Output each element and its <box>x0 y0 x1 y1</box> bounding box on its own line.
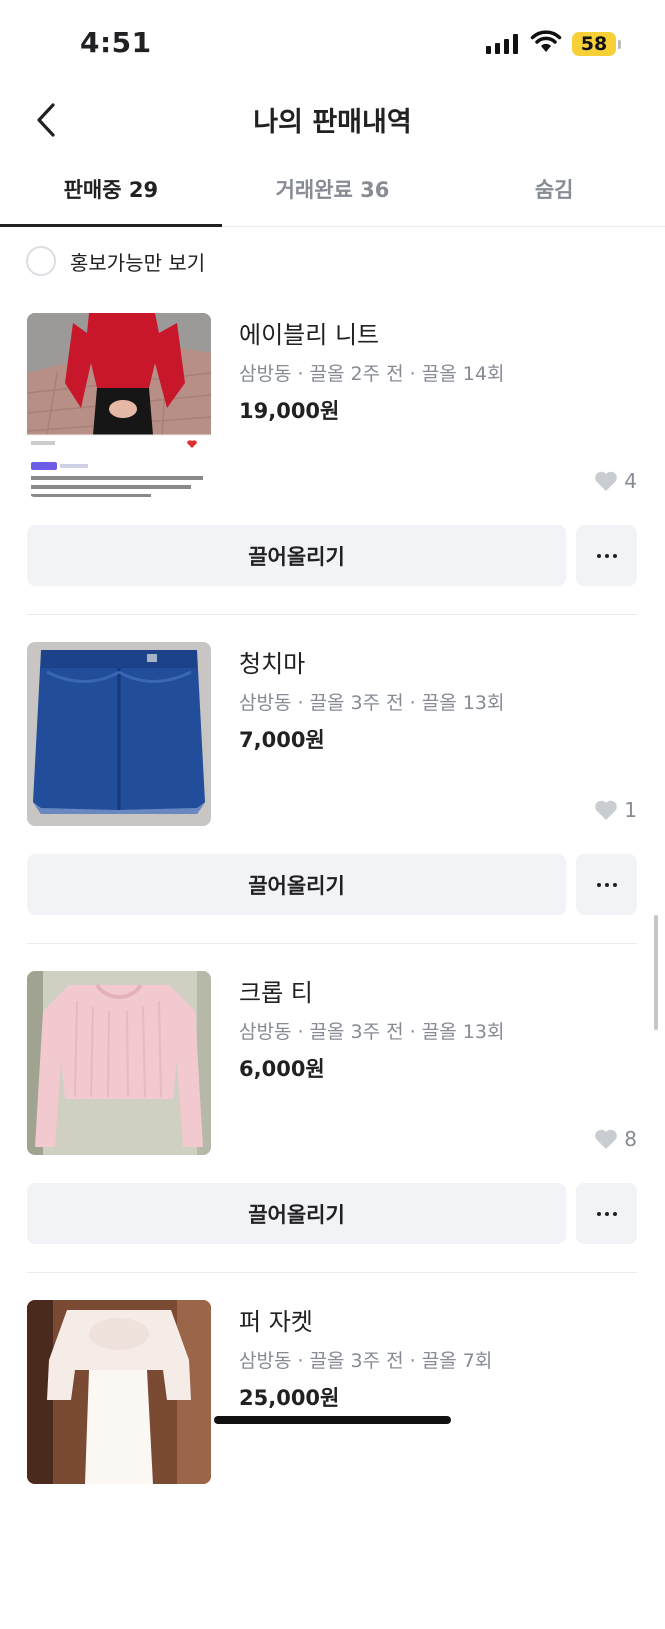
pink-crop-knit-photo <box>27 971 211 1155</box>
wifi-icon <box>530 30 562 52</box>
scrollbar[interactable] <box>654 915 658 1030</box>
item-meta: 삼방동 · 끌올 3주 전 · 끌올 13회 <box>239 692 505 714</box>
filter-checkbox[interactable] <box>26 246 56 276</box>
status-time: 4:51 <box>80 26 152 59</box>
status-bar: 4:51 58 <box>0 0 665 88</box>
item-thumbnail[interactable] <box>27 642 211 826</box>
item-thumbnail[interactable] <box>27 313 211 497</box>
filter-label: 홍보가능만 보기 <box>70 250 206 275</box>
more-options-button[interactable] <box>576 525 637 586</box>
battery-level: 58 <box>580 33 608 55</box>
divider <box>27 1272 637 1273</box>
more-options-button[interactable] <box>576 854 637 915</box>
list-item[interactable]: 크롭 티 삼방동 · 끌올 3주 전 · 끌올 13회 6,000원 8 끌어올… <box>0 971 665 1300</box>
list-item[interactable]: 에이블리 니트 삼방동 · 끌올 2주 전 · 끌올 14회 19,000원 4… <box>0 313 665 642</box>
item-list: 에이블리 니트 삼방동 · 끌올 2주 전 · 끌올 14회 19,000원 4… <box>0 313 665 1629</box>
item-price: 19,000원 <box>239 399 340 423</box>
heart-icon <box>595 800 618 820</box>
page-title: 나의 판매내역 <box>253 107 412 138</box>
item-thumbnail[interactable] <box>27 971 211 1155</box>
more-options-button[interactable] <box>576 1183 637 1244</box>
item-price: 6,000원 <box>239 1057 325 1081</box>
item-title: 에이블리 니트 <box>239 321 380 349</box>
tab-bar: 판매중 29 거래완료 36 숨김 <box>0 160 665 227</box>
divider <box>27 943 637 944</box>
battery-icon: 58 <box>572 32 616 56</box>
item-meta: 삼방동 · 끌올 3주 전 · 끌올 7회 <box>239 1350 493 1372</box>
bump-button[interactable]: 끌어올리기 <box>27 525 566 586</box>
item-title: 청치마 <box>239 650 306 678</box>
divider <box>27 614 637 615</box>
bump-button[interactable]: 끌어올리기 <box>27 1183 566 1244</box>
like-count: 8 <box>594 1127 637 1151</box>
home-indicator[interactable] <box>214 1416 451 1424</box>
item-meta: 삼방동 · 끌올 2주 전 · 끌올 14회 <box>239 363 505 385</box>
header: 나의 판매내역 <box>0 88 665 152</box>
list-item[interactable]: 퍼 자켓 삼방동 · 끌올 3주 전 · 끌올 7회 25,000원 <box>0 1300 665 1629</box>
item-thumbnail[interactable] <box>27 1300 211 1484</box>
like-count-value: 4 <box>624 469 637 493</box>
tab-completed[interactable]: 거래완료 36 <box>222 160 444 226</box>
battery-tip <box>618 40 621 49</box>
tab-selling[interactable]: 판매중 29 <box>0 160 222 227</box>
like-count-value: 8 <box>624 1127 637 1151</box>
heart-icon <box>595 1129 618 1149</box>
item-meta: 삼방동 · 끌올 3주 전 · 끌올 13회 <box>239 1021 505 1043</box>
like-count: 4 <box>594 469 637 493</box>
tab-hidden[interactable]: 숨김 <box>443 160 665 226</box>
denim-skirt-photo <box>27 642 211 826</box>
item-price: 7,000원 <box>239 728 325 752</box>
promo-filter-toggle[interactable]: 홍보가능만 보기 <box>26 246 205 276</box>
more-icon <box>596 553 617 558</box>
item-title: 크롭 티 <box>239 979 313 1007</box>
item-title: 퍼 자켓 <box>239 1308 313 1336</box>
list-item[interactable]: 청치마 삼방동 · 끌올 3주 전 · 끌올 13회 7,000원 1 끌어올리… <box>0 642 665 971</box>
fur-jacket-photo <box>27 1300 211 1484</box>
heart-icon <box>595 471 618 491</box>
item-price: 25,000원 <box>239 1386 340 1410</box>
signal-icon <box>486 34 518 54</box>
more-icon <box>596 882 617 887</box>
bump-button[interactable]: 끌어올리기 <box>27 854 566 915</box>
more-icon <box>596 1211 617 1216</box>
like-count-value: 1 <box>624 798 637 822</box>
like-count: 1 <box>594 798 637 822</box>
red-knit-photo <box>27 313 211 497</box>
